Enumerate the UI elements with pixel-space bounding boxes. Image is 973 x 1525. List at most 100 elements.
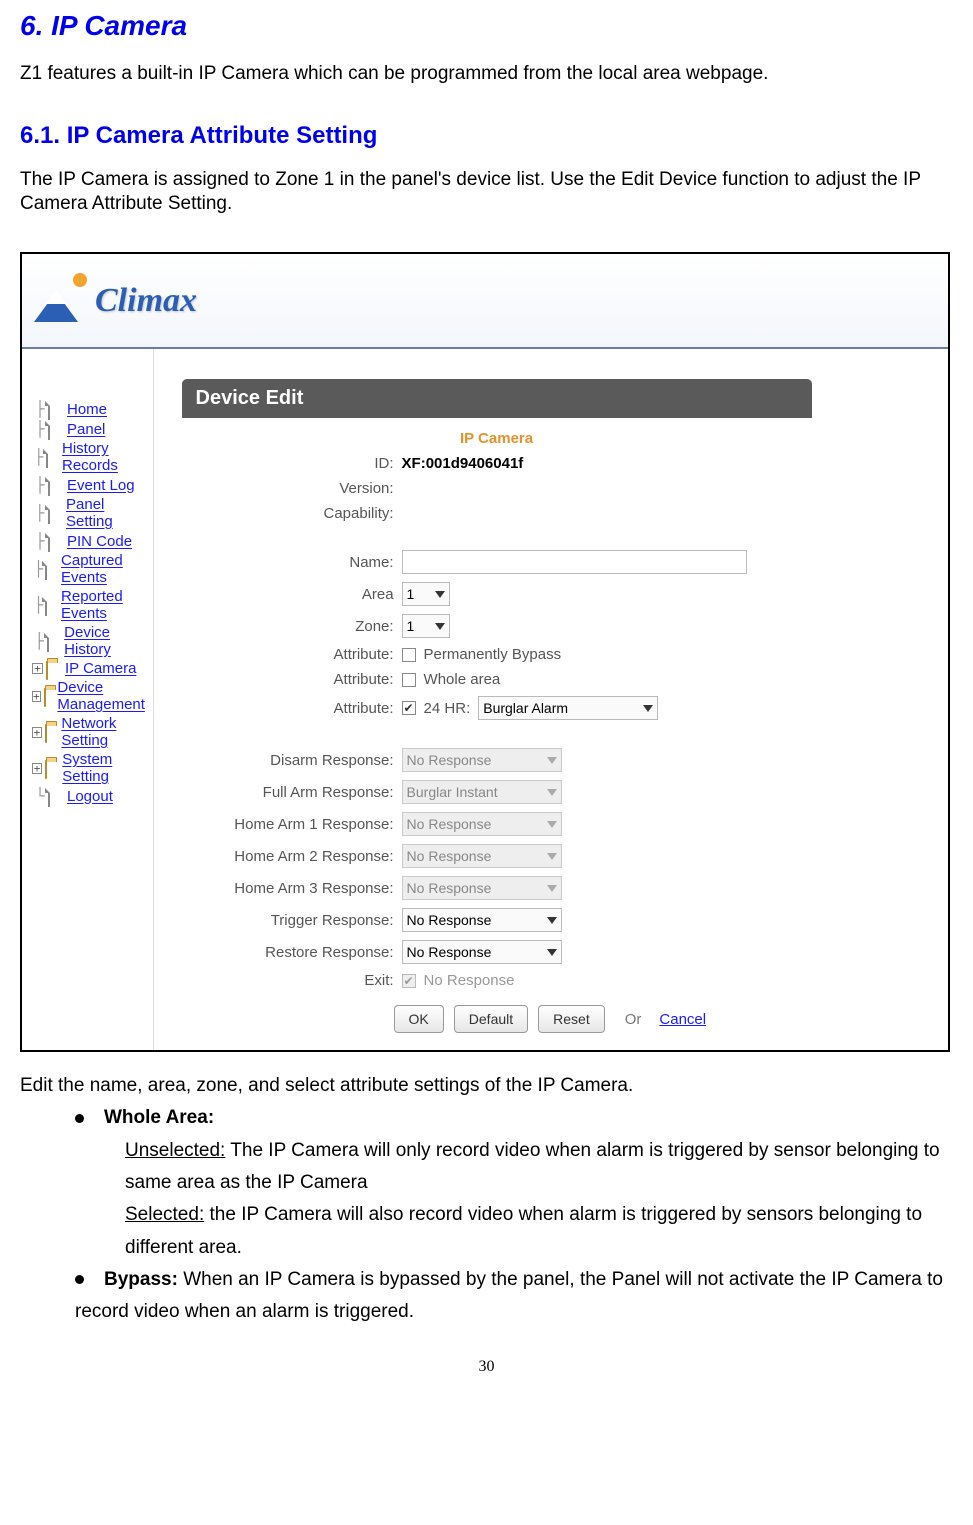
nav-label: PIN Code: [67, 533, 132, 550]
label-fullarm: Full Arm Response:: [182, 784, 402, 801]
nav-label: Reported Events: [61, 588, 153, 622]
logo-icon: [32, 273, 87, 328]
doc-icon: [47, 633, 49, 652]
logo-text: Climax: [95, 282, 197, 320]
name-input[interactable]: [402, 550, 747, 574]
doc-icon: [48, 421, 50, 440]
nav-ip-camera[interactable]: +IP Camera: [26, 659, 153, 678]
nav-device-management[interactable]: +Device Management: [26, 678, 153, 714]
24hr-checkbox[interactable]: ✔: [402, 701, 416, 715]
bullet-icon: [75, 1275, 84, 1284]
reset-button[interactable]: Reset: [538, 1005, 605, 1033]
selected-label: Selected:: [125, 1204, 204, 1225]
homearm3-select: No Response: [402, 876, 562, 900]
restore-select[interactable]: No Response: [402, 940, 562, 964]
nav-label: Panel: [67, 421, 105, 438]
row-area: Area 1: [182, 578, 812, 610]
nav-home[interactable]: ├Home: [26, 399, 153, 419]
row-disarm: Disarm Response: No Response: [182, 744, 812, 776]
ok-button[interactable]: OK: [394, 1005, 444, 1033]
row-zone: Zone: 1: [182, 610, 812, 642]
section-heading-6: 6. IP Camera: [20, 10, 953, 42]
bullet-title: Whole Area:: [104, 1107, 214, 1128]
doc-icon: [45, 561, 47, 580]
nav-panel-setting[interactable]: ├Panel Setting: [26, 495, 153, 531]
label-homearm3: Home Arm 3 Response:: [182, 880, 402, 897]
24hr-type-select[interactable]: Burglar Alarm: [478, 696, 658, 720]
nav-sidebar: ├Home ├Panel ├History Records ├Event Log…: [22, 349, 154, 1050]
nav-label: History Records: [62, 440, 153, 474]
layout-row: ├Home ├Panel ├History Records ├Event Log…: [22, 349, 948, 1050]
chevron-down-icon: [547, 885, 557, 892]
web-admin-screenshot: Climax ├Home ├Panel ├History Records ├Ev…: [20, 252, 950, 1052]
doc-icon: [45, 597, 47, 616]
selected-text: the IP Camera will also record video whe…: [125, 1204, 922, 1257]
row-version: Version:: [182, 476, 812, 501]
edit-instruction: Edit the name, area, zone, and select at…: [20, 1070, 953, 1102]
nav-pin-code[interactable]: ├PIN Code: [26, 531, 153, 551]
nav-label: System Setting: [62, 751, 152, 785]
whole-area-selected: Selected: the IP Camera will also record…: [125, 1199, 953, 1264]
row-fullarm: Full Arm Response: Burglar Instant: [182, 776, 812, 808]
homearm2-select: No Response: [402, 844, 562, 868]
doc-icon: [46, 449, 48, 468]
label-disarm: Disarm Response:: [182, 752, 402, 769]
trigger-select[interactable]: No Response: [402, 908, 562, 932]
nav-label: Network Setting: [61, 715, 152, 749]
row-id: ID: XF:001d9406041f: [182, 451, 812, 476]
label-area: Area: [182, 586, 402, 603]
nav-panel[interactable]: ├Panel: [26, 419, 153, 439]
chevron-down-icon: [547, 917, 557, 924]
chevron-down-icon: [547, 821, 557, 828]
nav-history[interactable]: ├History Records: [26, 439, 153, 475]
cancel-link[interactable]: Cancel: [659, 1011, 706, 1028]
nav-captured-events[interactable]: ├Captured Events: [26, 551, 153, 587]
value-id: XF:001d9406041f: [402, 455, 524, 472]
label-capability: Capability:: [182, 505, 402, 522]
expand-icon[interactable]: +: [32, 663, 43, 674]
section-heading-6-1: 6.1. IP Camera Attribute Setting: [20, 122, 953, 150]
nav-device-history[interactable]: ├Device History: [26, 623, 153, 659]
whole-area-checkbox[interactable]: [402, 673, 416, 687]
bypass-checkbox[interactable]: [402, 648, 416, 662]
whole-area-unselected: Unselected: The IP Camera will only reco…: [125, 1135, 953, 1200]
unselected-label: Unselected:: [125, 1140, 225, 1161]
row-trigger: Trigger Response: No Response: [182, 904, 812, 936]
expand-icon[interactable]: +: [32, 691, 41, 702]
label-homearm2: Home Arm 2 Response:: [182, 848, 402, 865]
nav-event-log[interactable]: ├Event Log: [26, 475, 153, 495]
intro-paragraph: Z1 features a built-in IP Camera which c…: [20, 62, 953, 87]
doc-icon: [48, 788, 50, 807]
default-button[interactable]: Default: [454, 1005, 528, 1033]
label-attribute: Attribute:: [182, 671, 402, 688]
brand-logo: Climax: [32, 273, 197, 328]
nav-system-setting[interactable]: + System Setting: [26, 750, 153, 786]
zone-select[interactable]: 1: [402, 614, 450, 638]
expand-icon[interactable]: +: [32, 727, 42, 738]
row-restore: Restore Response: No Response: [182, 936, 812, 968]
nav-reported-events[interactable]: ├Reported Events: [26, 587, 153, 623]
bullet-bypass: Bypass: When an IP Camera is bypassed by…: [75, 1264, 953, 1329]
24hr-label: 24 HR:: [424, 700, 471, 717]
label-exit: Exit:: [182, 972, 402, 989]
chevron-down-icon: [547, 853, 557, 860]
label-attribute: Attribute:: [182, 646, 402, 663]
nav-label: Event Log: [67, 477, 135, 494]
row-name: Name:: [182, 546, 812, 578]
label-zone: Zone:: [182, 618, 402, 635]
label-version: Version:: [182, 480, 402, 497]
bullet-icon: [75, 1114, 84, 1123]
label-restore: Restore Response:: [182, 944, 402, 961]
label-id: ID:: [182, 455, 402, 472]
expand-icon[interactable]: +: [32, 763, 42, 774]
or-text: Or: [625, 1011, 642, 1028]
nav-network-setting[interactable]: + Network Setting: [26, 714, 153, 750]
folder-icon: [45, 724, 47, 743]
nav-label: Home: [67, 401, 107, 418]
row-capability: Capability:: [182, 501, 812, 526]
panel-title: Device Edit: [182, 379, 812, 418]
label-trigger: Trigger Response:: [182, 912, 402, 929]
area-select[interactable]: 1: [402, 582, 450, 606]
chevron-down-icon: [435, 623, 445, 630]
nav-logout[interactable]: └Logout: [26, 786, 153, 806]
